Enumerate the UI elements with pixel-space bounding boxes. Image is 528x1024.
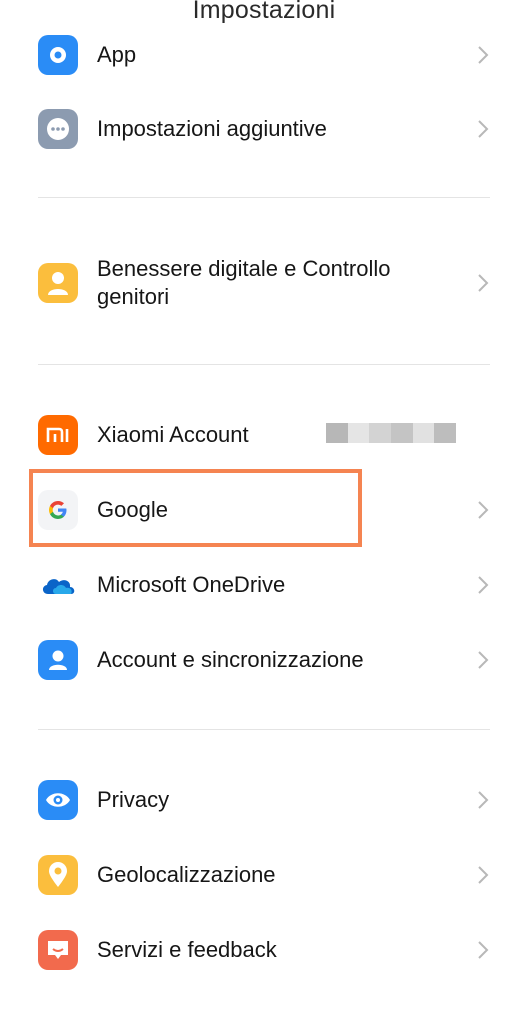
more-dots-icon <box>38 109 78 149</box>
settings-item-label: Microsoft OneDrive <box>97 572 286 597</box>
settings-item-label: Privacy <box>97 787 170 812</box>
gear-icon <box>38 35 78 75</box>
settings-item-additional-settings[interactable]: Impostazioni aggiuntive <box>0 92 528 166</box>
settings-item-services-feedback[interactable]: Servizi e feedback <box>0 913 528 987</box>
chevron-right-icon <box>478 46 489 64</box>
chevron-right-icon <box>478 651 489 669</box>
settings-item-account-sync[interactable]: Account e sincronizzazione <box>0 623 528 697</box>
account-id-blurred <box>326 423 457 443</box>
settings-item-location[interactable]: Geolocalizzazione <box>0 838 528 912</box>
wellbeing-icon <box>38 263 78 303</box>
settings-item-label: App <box>97 42 137 67</box>
chevron-right-icon <box>478 866 489 884</box>
settings-screen: Impostazioni App Impostazioni aggiuntive <box>0 0 528 1024</box>
settings-item-label: Account e sincronizzazione <box>97 647 364 672</box>
google-logo-icon <box>38 490 78 530</box>
eye-icon <box>38 780 78 820</box>
section-divider <box>38 197 490 198</box>
chevron-right-icon <box>478 501 489 519</box>
section-divider <box>38 729 490 730</box>
settings-item-onedrive[interactable]: Microsoft OneDrive <box>0 548 528 622</box>
settings-item-label: Xiaomi Account <box>97 422 249 447</box>
settings-item-label: Geolocalizzazione <box>97 862 276 887</box>
chevron-right-icon <box>478 120 489 138</box>
feedback-icon <box>38 930 78 970</box>
section-divider <box>38 364 490 365</box>
settings-item-google[interactable]: Google <box>0 473 528 547</box>
mi-logo-icon <box>38 415 78 455</box>
account-icon <box>38 640 78 680</box>
chevron-right-icon <box>478 941 489 959</box>
onedrive-cloud-icon <box>38 565 78 605</box>
chevron-right-icon <box>478 791 489 809</box>
settings-item-label: Impostazioni aggiuntive <box>97 116 327 141</box>
settings-item-label: Benessere digitale e Controllo genitori <box>97 256 391 309</box>
location-pin-icon <box>38 855 78 895</box>
settings-item-privacy[interactable]: Privacy <box>0 763 528 837</box>
settings-item-label: Google <box>97 497 168 522</box>
settings-item-app[interactable]: App <box>0 18 528 92</box>
settings-item-digital-wellbeing[interactable]: Benessere digitale e Controllo genitori <box>0 245 528 321</box>
chevron-right-icon <box>478 274 489 292</box>
chevron-right-icon <box>478 576 489 594</box>
settings-item-label: Servizi e feedback <box>97 937 277 962</box>
